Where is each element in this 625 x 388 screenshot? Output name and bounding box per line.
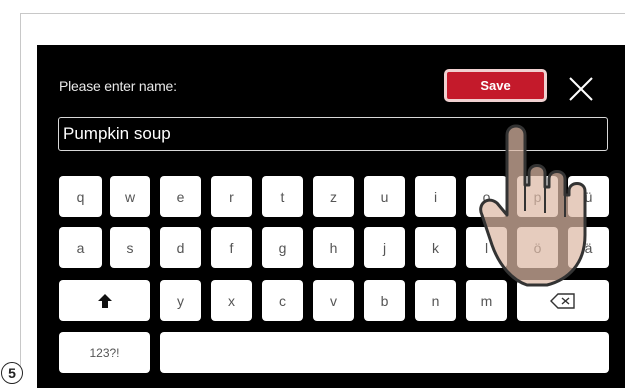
save-button[interactable]: Save [444,69,547,102]
step-number-badge: 5 [1,362,23,384]
shift-key[interactable] [59,280,150,321]
key-v[interactable]: v [313,280,354,321]
backspace-key[interactable] [517,280,609,321]
key-y[interactable]: y [160,280,201,321]
space-bar[interactable] [160,332,609,373]
key-q[interactable]: q [59,176,102,217]
key-m[interactable]: m [466,280,507,321]
key-u[interactable]: u [364,176,405,217]
key-t[interactable]: t [262,176,303,217]
key-z[interactable]: z [313,176,354,217]
key-e[interactable]: e [160,176,201,217]
frame-border-top [20,13,625,14]
key-b[interactable]: b [364,280,405,321]
key-r[interactable]: r [211,176,252,217]
key-u-umlaut[interactable]: ü [568,176,609,217]
key-c[interactable]: c [262,280,303,321]
key-g[interactable]: g [262,227,303,268]
device-screen: Please enter name: Save Pumpkin soup q w… [37,45,625,388]
close-icon[interactable] [567,75,595,103]
key-f[interactable]: f [211,227,252,268]
key-n[interactable]: n [415,280,456,321]
key-h[interactable]: h [313,227,354,268]
key-x[interactable]: x [211,280,252,321]
key-k[interactable]: k [415,227,456,268]
key-s[interactable]: s [110,227,150,268]
key-o-umlaut[interactable]: ö [517,227,558,268]
key-j[interactable]: j [364,227,405,268]
key-a[interactable]: a [59,227,102,268]
key-w[interactable]: w [110,176,150,217]
key-o[interactable]: o [466,176,507,217]
name-prompt-label: Please enter name: [59,78,177,94]
key-a-umlaut[interactable]: ä [568,227,609,268]
frame-border-left [20,13,21,368]
shift-arrow-icon [97,293,112,308]
key-p[interactable]: p [517,176,558,217]
name-input[interactable]: Pumpkin soup [58,117,608,151]
backspace-icon [550,292,575,309]
key-l[interactable]: l [466,227,507,268]
numbers-symbols-key[interactable]: 123?! [59,332,150,373]
key-d[interactable]: d [160,227,201,268]
key-i[interactable]: i [415,176,456,217]
